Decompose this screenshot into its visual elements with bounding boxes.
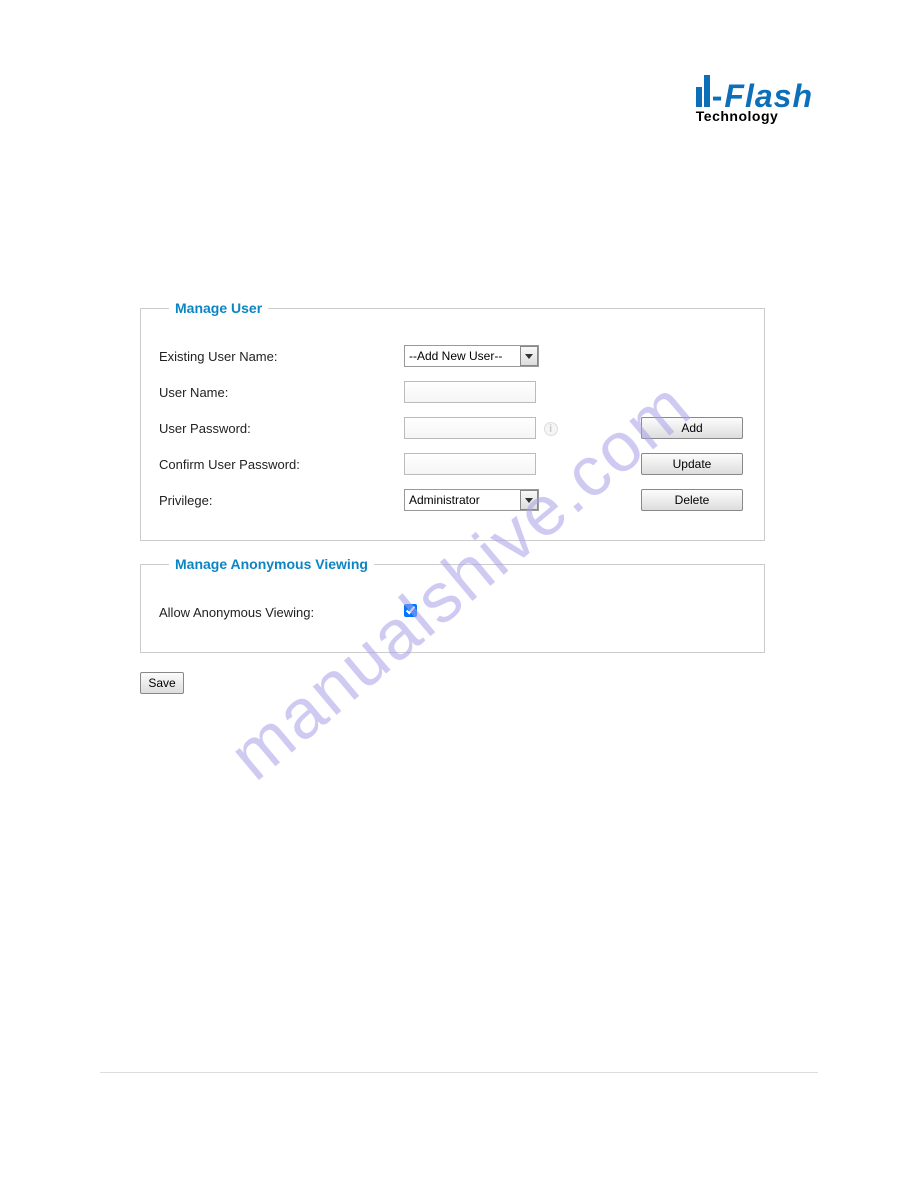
anonymous-viewing-fieldset: Manage Anonymous Viewing Allow Anonymous… (140, 556, 765, 653)
allow-anonymous-checkbox[interactable] (404, 604, 417, 617)
anonymous-legend: Manage Anonymous Viewing (169, 556, 374, 572)
user-name-input[interactable] (404, 381, 536, 403)
allow-anonymous-label: Allow Anonymous Viewing: (159, 605, 404, 620)
info-icon: i (544, 422, 558, 436)
manage-user-legend: Manage User (169, 300, 268, 316)
privilege-select[interactable]: Administrator (404, 489, 539, 511)
delete-button[interactable]: Delete (641, 489, 743, 511)
footer-divider (100, 1072, 818, 1073)
existing-user-select[interactable]: --Add New User-- (404, 345, 539, 367)
add-button[interactable]: Add (641, 417, 743, 439)
existing-user-label: Existing User Name: (159, 349, 404, 364)
settings-panel: Manage User Existing User Name: --Add Ne… (140, 300, 765, 694)
manage-user-fieldset: Manage User Existing User Name: --Add Ne… (140, 300, 765, 541)
brand-logo: -Flash Technology (696, 75, 813, 124)
update-button[interactable]: Update (641, 453, 743, 475)
confirm-password-label: Confirm User Password: (159, 457, 404, 472)
user-password-input[interactable] (404, 417, 536, 439)
user-name-label: User Name: (159, 385, 404, 400)
user-password-label: User Password: (159, 421, 404, 436)
save-button[interactable]: Save (140, 672, 184, 694)
privilege-label: Privilege: (159, 493, 404, 508)
confirm-password-input[interactable] (404, 453, 536, 475)
